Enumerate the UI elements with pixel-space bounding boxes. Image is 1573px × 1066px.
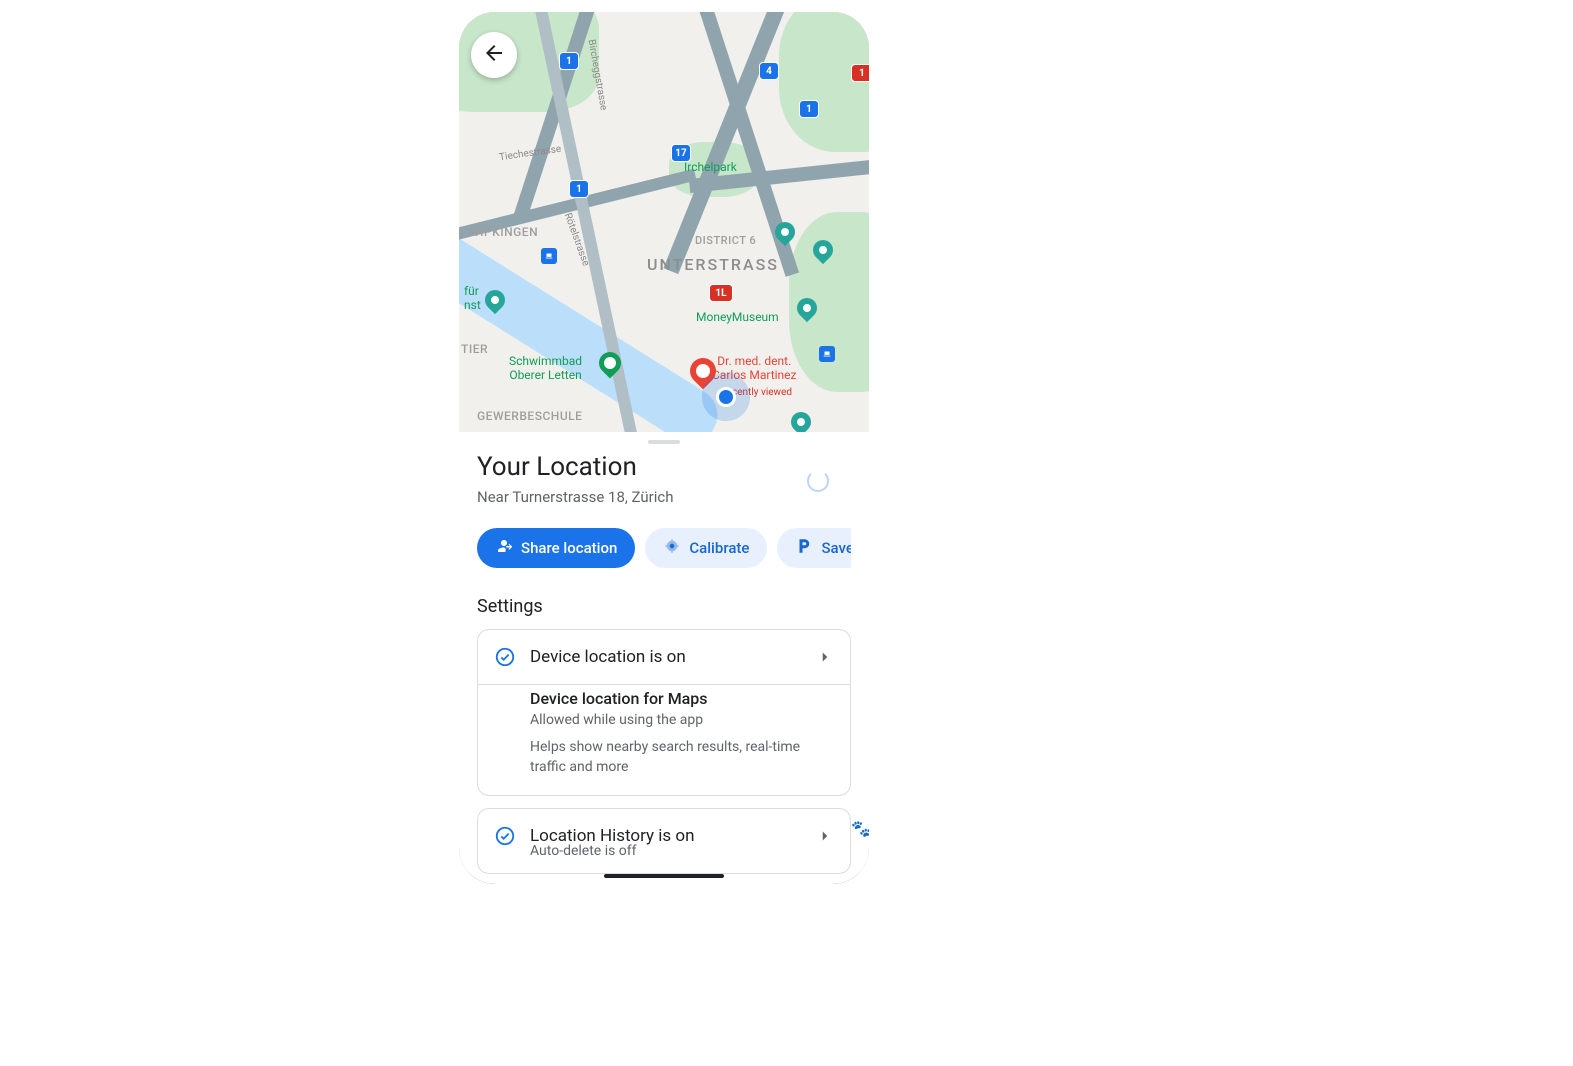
arrow-left-icon bbox=[482, 41, 506, 69]
device-location-row[interactable]: Device location is on bbox=[478, 630, 850, 685]
checkmark-circle-icon bbox=[494, 646, 516, 668]
map-view[interactable]: UNTERSTRASS DISTRICT 6 WIPKINGEN GEWERBE… bbox=[459, 12, 869, 432]
road-shield: 1 bbox=[799, 100, 819, 118]
calibrate-button[interactable]: Calibrate bbox=[645, 528, 767, 568]
location-sheet: Your Location Near Turnerstrasse 18, Zür… bbox=[459, 440, 869, 874]
share-person-icon bbox=[495, 537, 513, 559]
home-indicator[interactable] bbox=[604, 874, 724, 878]
neighborhood-label: DISTRICT 6 bbox=[695, 234, 756, 247]
road-shield: 1 bbox=[559, 52, 579, 70]
detail-title: Device location for Maps bbox=[530, 689, 834, 708]
poi-label[interactable]: MoneyMuseum bbox=[696, 310, 779, 324]
detail-status: Allowed while using the app bbox=[530, 712, 834, 728]
neighborhood-label: GEWERBESCHULE bbox=[477, 409, 582, 423]
parking-icon bbox=[795, 537, 813, 559]
poi-label[interactable]: Dr. med. dent. Carlos Martinez bbox=[712, 354, 797, 383]
checkmark-circle-icon bbox=[494, 825, 516, 847]
phone-frame: UNTERSTRASS DISTRICT 6 WIPKINGEN GEWERBE… bbox=[459, 12, 869, 884]
loading-spinner bbox=[807, 470, 829, 492]
row-title: Device location is on bbox=[530, 647, 802, 667]
chip-label: Share location bbox=[521, 539, 617, 557]
chevron-right-icon bbox=[816, 648, 834, 666]
screen: UNTERSTRASS DISTRICT 6 WIPKINGEN GEWERBE… bbox=[459, 12, 869, 884]
sheet-subtitle: Near Turnerstrasse 18, Zürich bbox=[477, 488, 851, 506]
poi-label[interactable]: Irchelpark bbox=[684, 160, 737, 174]
calibrate-icon bbox=[663, 537, 681, 559]
road-shield: 4 bbox=[759, 62, 779, 80]
current-location-dot[interactable] bbox=[716, 387, 736, 407]
share-location-button[interactable]: Share location bbox=[477, 528, 635, 568]
chevron-right-icon bbox=[816, 827, 834, 845]
road-shield: 1 bbox=[569, 180, 589, 198]
recently-viewed-label: cently viewed bbox=[732, 387, 792, 398]
neighborhood-label: UNTERSTRASS bbox=[647, 255, 779, 274]
row-subtitle: Auto-delete is off bbox=[478, 843, 850, 873]
settings-header: Settings bbox=[477, 596, 851, 617]
poi-label[interactable]: für nst bbox=[464, 284, 481, 313]
back-button[interactable] bbox=[471, 32, 517, 78]
poi-pin[interactable] bbox=[787, 408, 815, 432]
chip-label: Save parkin bbox=[821, 539, 851, 557]
location-history-card: Location History is on Auto-delete is of… bbox=[477, 808, 851, 874]
road-shield: 17 bbox=[671, 144, 691, 162]
sheet-grabber[interactable] bbox=[648, 440, 680, 444]
device-location-card: Device location is on Device location fo… bbox=[477, 629, 851, 796]
park-area bbox=[779, 12, 869, 152]
chip-label: Calibrate bbox=[689, 539, 749, 557]
neighborhood-label: WIPKINGEN bbox=[469, 225, 538, 239]
neighborhood-label: TIER bbox=[461, 342, 488, 356]
device-location-details: Device location for Maps Allowed while u… bbox=[478, 689, 850, 795]
save-parking-button[interactable]: Save parkin bbox=[777, 528, 851, 568]
sheet-title: Your Location bbox=[477, 452, 851, 482]
action-chips-row: Share location Calibrate Save parkin bbox=[477, 528, 851, 568]
transit-stop-icon[interactable] bbox=[819, 346, 835, 362]
road-shield: 1L bbox=[709, 284, 733, 302]
detail-description: Helps show nearby search results, real-t… bbox=[530, 738, 834, 777]
paw-icon: 🐾 bbox=[851, 819, 869, 838]
road-shield: 1 bbox=[851, 64, 869, 82]
transit-stop-icon[interactable] bbox=[541, 248, 557, 264]
poi-label[interactable]: Schwimmbad Oberer Letten bbox=[509, 354, 582, 383]
